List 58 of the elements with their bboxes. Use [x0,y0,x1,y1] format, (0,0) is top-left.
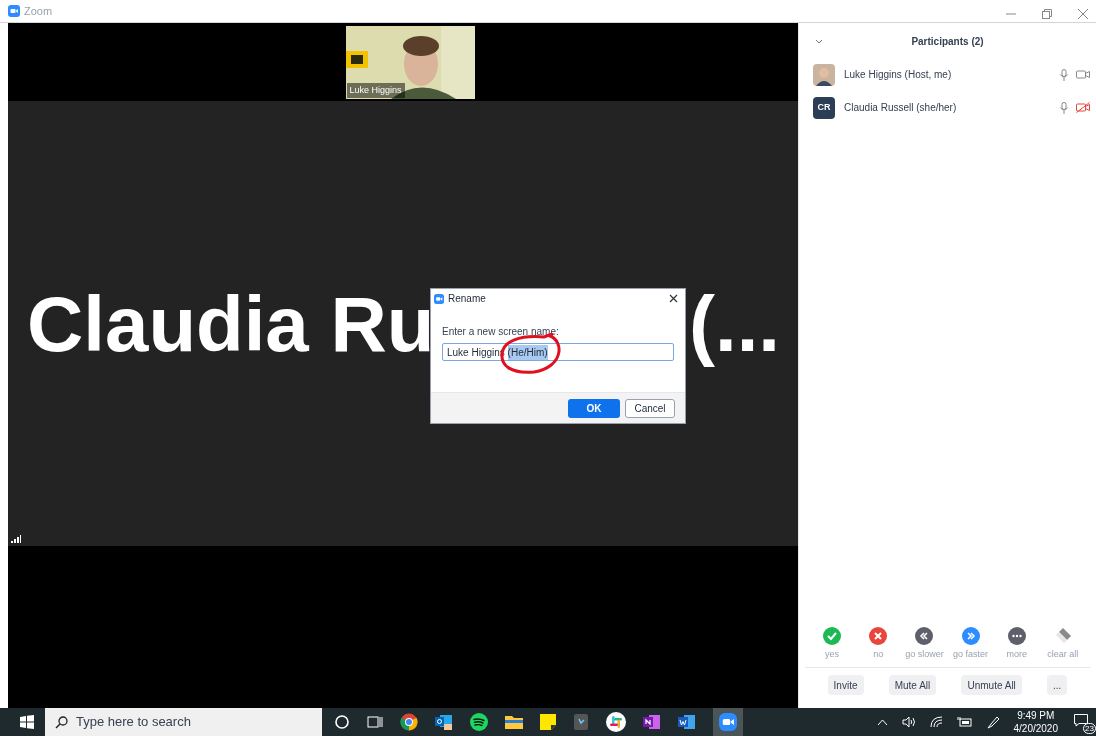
reaction-label: go faster [953,647,989,661]
cross-icon[interactable] [869,626,888,645]
panel-button[interactable]: Unmute All [961,675,1022,695]
check-icon[interactable] [823,626,842,645]
zoom-taskbar-icon[interactable] [713,708,743,736]
participant-name: Claudia Russell (she/her) [844,101,957,115]
panel-title: Participants (2) [911,34,984,49]
fast-forward-icon[interactable] [961,626,980,645]
signal-icon [11,535,21,543]
speaker-icon[interactable] [901,716,916,728]
prompt-text: Enter a new screen name: [442,325,560,339]
chevron-up-icon[interactable] [876,718,888,726]
wifi-icon[interactable] [929,716,943,728]
clock-time[interactable]: 9:49 PM [1017,709,1055,722]
more-icon[interactable] [1007,626,1026,645]
windows-start-icon[interactable] [20,715,34,729]
participant-name-label: Luke Higgins [346,82,405,98]
chrome-icon[interactable] [400,713,418,731]
search-icon [55,715,68,729]
collapse-chevron-icon[interactable] [815,38,823,44]
reaction-label: clear all [1047,647,1079,661]
panel-button[interactable]: Mute All [888,675,937,695]
rewind-icon[interactable] [915,626,934,645]
avatar: CR [813,96,835,119]
reaction-label: yes [825,647,840,661]
cancel-button[interactable]: Cancel [625,398,675,418]
speaker-name: Claudia Ru [27,284,435,363]
word-icon[interactable] [678,713,696,731]
reaction-label: more [1006,647,1027,661]
camera-off-icon[interactable] [1076,102,1090,113]
sticky-note-icon[interactable] [540,714,556,730]
restore-icon[interactable] [1042,9,1052,19]
pen-icon[interactable] [985,715,1000,729]
close-icon[interactable] [669,294,678,303]
app-icon[interactable] [573,713,589,731]
ok-button[interactable]: OK [568,398,620,418]
clock-date[interactable]: 4/20/2020 [1013,722,1058,735]
camera-icon[interactable] [1076,69,1090,80]
outlook-icon[interactable] [435,713,453,731]
reaction-label: go slower [905,647,944,661]
folder-icon[interactable] [505,714,523,730]
microphone-icon[interactable] [1060,68,1068,81]
zoom-logo-icon [8,5,20,17]
window-title: Zoom [24,3,53,19]
task-view-icon[interactable] [367,714,383,730]
panel-button[interactable]: ... [1047,675,1068,695]
microphone-icon[interactable] [1060,101,1068,114]
dialog-title: Rename [448,292,486,306]
slack-icon[interactable] [606,712,626,732]
cortana-icon[interactable] [334,714,350,730]
participant-name: Luke Higgins (Host, me) [844,68,952,82]
reaction-label: no [873,647,884,661]
spotify-icon[interactable] [470,713,488,731]
onenote-icon[interactable] [643,713,661,731]
zoom-logo-icon [434,293,444,304]
battery-icon[interactable] [956,717,972,727]
taskbar-search-field[interactable]: Type here to search [45,708,322,736]
panel-button[interactable]: Invite [827,675,864,695]
